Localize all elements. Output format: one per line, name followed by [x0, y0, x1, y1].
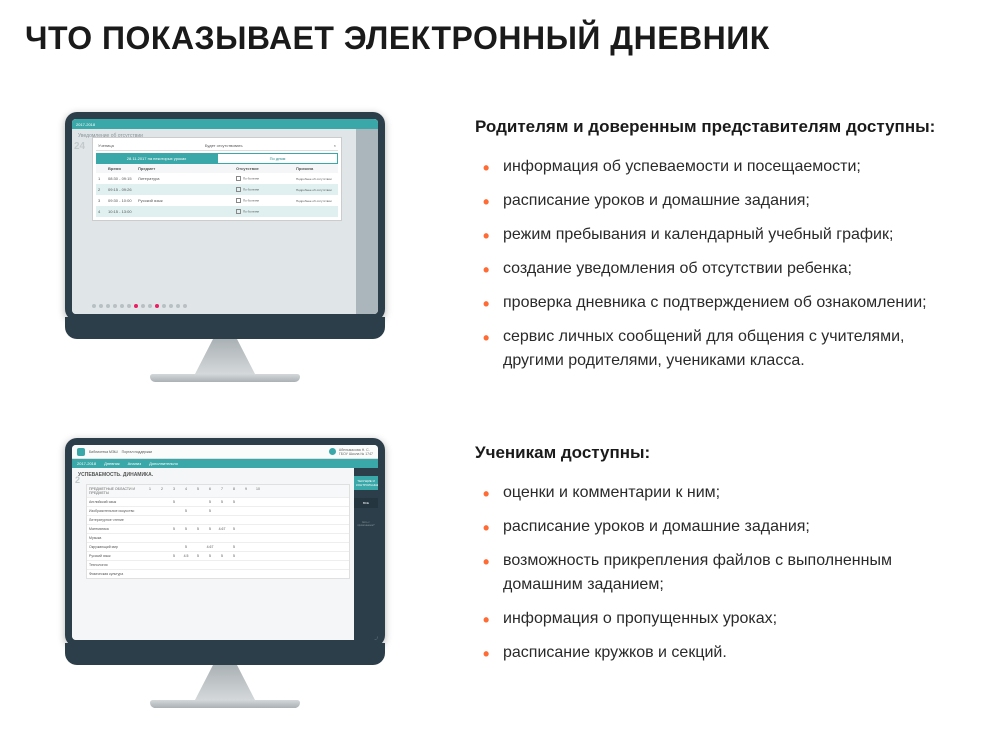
- list-item: оценки и комментарии к ним;: [475, 481, 961, 505]
- section-parents: 2017-2018 Уведомление об отсутствии 24 У…: [25, 112, 961, 383]
- list-item: возможность прикрепления файлов с выполн…: [475, 549, 961, 597]
- list-item: информация об успеваемости и посещаемост…: [475, 155, 961, 179]
- section-students: Библиотека МЭШ Портал поддержки Абельмас…: [25, 438, 961, 708]
- list-item: проверка дневника с подтверждением об оз…: [475, 291, 961, 315]
- app-performance: Библиотека МЭШ Портал поддержки Абельмас…: [72, 445, 378, 640]
- list-item: информация о пропущенных уроках;: [475, 607, 961, 631]
- monitor-illustration-1: 2017-2018 Уведомление об отсутствии 24 У…: [25, 112, 425, 383]
- students-list: оценки и комментарии к ним; расписание ур…: [475, 481, 961, 665]
- monitor-illustration-2: Библиотека МЭШ Портал поддержки Абельмас…: [25, 438, 425, 708]
- list-item: расписание уроков и домашние задания;: [475, 189, 961, 213]
- list-item: создание уведомления об отсутствии ребен…: [475, 257, 961, 281]
- section-title-students: Ученикам доступны:: [475, 443, 961, 463]
- parents-list: информация об успеваемости и посещаемост…: [475, 155, 961, 373]
- list-item: сервис личных сообщений для общения с уч…: [475, 325, 961, 373]
- list-item: расписание кружков и секций.: [475, 641, 961, 665]
- list-item: режим пребывания и календарный учебный г…: [475, 223, 961, 247]
- list-item: расписание уроков и домашние задания;: [475, 515, 961, 539]
- section-title-parents: Родителям и доверенным представителям до…: [475, 117, 961, 137]
- page-title: ЧТО ПОКАЗЫВАЕТ ЭЛЕКТРОННЫЙ ДНЕВНИК: [25, 20, 961, 57]
- app-absence-notice: 2017-2018 Уведомление об отсутствии 24 У…: [72, 119, 378, 314]
